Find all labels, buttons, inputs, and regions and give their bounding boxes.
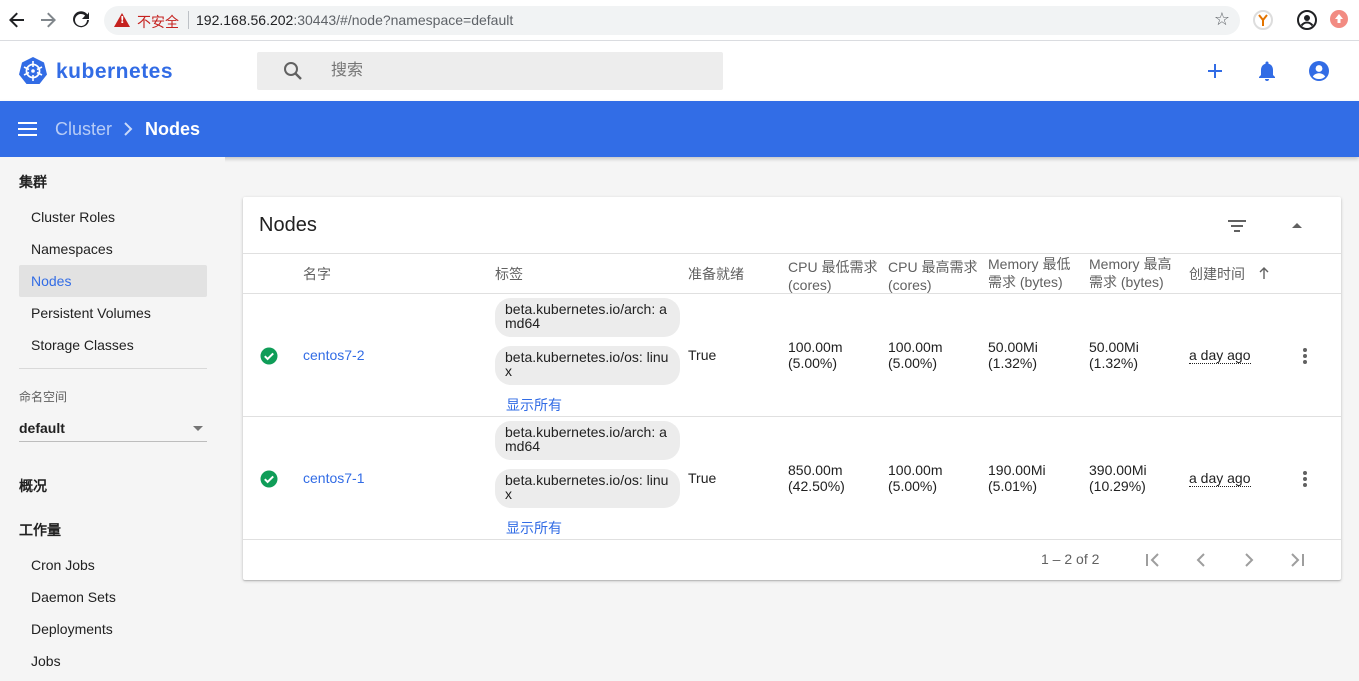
pagination-range: 1 – 2 of 2 [1041,551,1100,567]
create-plus-icon[interactable] [1203,59,1227,83]
breadcrumb-cluster[interactable]: Cluster [55,119,112,140]
filter-icon[interactable] [1227,217,1247,235]
sidebar-item-jobs[interactable]: Jobs [19,645,207,677]
more-vert-icon[interactable] [1303,348,1307,364]
node-link[interactable]: centos7-2 [303,347,364,363]
column-header-cpu-requests[interactable]: CPU 最低需求 (cores) [788,258,880,294]
profile-icon[interactable] [1297,10,1317,30]
next-page-icon[interactable] [1239,551,1259,569]
column-header-ready[interactable]: 准备就绪 [688,265,744,283]
hamburger-menu-icon[interactable] [18,120,37,138]
forward-icon[interactable] [37,8,59,32]
dropdown-arrow-icon[interactable] [193,426,203,431]
ready-status: True [688,347,717,363]
cpu-limits-pct: (5.00%) [888,478,938,494]
cpu-limits: 100.00m [888,339,943,355]
memory-limits-pct: (1.32%) [1089,355,1139,371]
card-title: Nodes [259,214,317,236]
memory-limits: 390.00Mi [1089,462,1147,478]
created-age: a day ago [1189,470,1251,487]
memory-requests-pct: (1.32%) [988,355,1038,371]
collapse-arrow-icon[interactable] [1291,221,1303,229]
breadcrumb-toolbar: Cluster Nodes [0,101,1359,157]
chevron-right-icon [124,122,133,136]
sidebar-item-deployments[interactable]: Deployments [19,613,207,645]
kubernetes-logo-icon[interactable] [18,56,48,86]
search-box[interactable] [257,52,723,90]
sidebar-divider [19,368,207,369]
logo-text[interactable]: kubernetes [56,60,173,84]
show-all-labels-link[interactable]: 显示所有 [506,395,562,415]
label-chip: beta.kubernetes.io/os: linux [495,469,680,508]
search-icon [284,62,302,80]
ready-status: True [688,470,717,486]
back-icon[interactable] [6,8,28,32]
app-header: kubernetes [0,41,1359,101]
nodes-card: Nodes 名字 标签 准备就绪 CPU 最低需求 (cores) CPU 最高… [243,197,1341,580]
browser-toolbar: 不安全 192.168.56.202:30443/#/node?namespac… [0,0,1359,41]
address-bar[interactable]: 不安全 192.168.56.202:30443/#/node?namespac… [104,6,1240,35]
created-age: a day ago [1189,347,1251,364]
sort-up-arrow-icon[interactable] [1258,266,1270,280]
label-chip: beta.kubernetes.io/arch: amd64 [495,298,680,337]
cpu-requests: 850.00m [788,462,843,478]
sidebar-item-cluster-roles[interactable]: Cluster Roles [19,201,207,233]
show-all-labels-link[interactable]: 显示所有 [506,518,562,538]
column-header-cpu-limits[interactable]: CPU 最高需求 (cores) [888,258,980,294]
url-text[interactable]: 192.168.56.202:30443/#/node?namespace=de… [196,12,513,28]
extension-icon[interactable] [1253,10,1273,30]
node-link[interactable]: centos7-1 [303,470,364,486]
address-separator [188,11,189,29]
bookmark-star-icon[interactable]: ☆ [1214,9,1230,30]
table-divider [243,293,1341,294]
memory-requests: 190.00Mi [988,462,1046,478]
column-header-created[interactable]: 创建时间 [1189,265,1245,283]
account-icon[interactable] [1307,59,1331,83]
cpu-limits: 100.00m [888,462,943,478]
memory-limits-pct: (10.29%) [1089,478,1146,494]
ready-check-icon [260,347,278,365]
last-page-icon[interactable] [1287,551,1307,569]
column-header-labels: 标签 [495,266,523,282]
sidebar-section-overview[interactable]: 概况 [19,476,47,496]
reload-icon[interactable] [70,8,92,32]
previous-page-icon[interactable] [1191,551,1211,569]
sidebar-item-nodes[interactable]: Nodes [19,265,207,297]
notifications-bell-icon[interactable] [1255,59,1279,83]
sidebar-item-persistent-volumes[interactable]: Persistent Volumes [19,297,207,329]
column-header-memory-requests[interactable]: Memory 最低需求 (bytes) [988,255,1080,291]
column-header-memory-limits[interactable]: Memory 最高需求 (bytes) [1089,255,1181,291]
insecure-label: 不安全 [137,14,179,30]
sidebar: 集群 Cluster Roles Namespaces Nodes Persis… [0,157,225,681]
cpu-requests-pct: (5.00%) [788,355,838,371]
table-divider [243,253,1341,254]
sidebar-item-namespaces[interactable]: Namespaces [19,233,207,265]
memory-requests: 50.00Mi [988,339,1038,355]
sidebar-section-cluster[interactable]: 集群 [19,172,47,192]
more-vert-icon[interactable] [1303,471,1307,487]
warning-icon [114,13,130,27]
cpu-requests: 100.00m [788,339,843,355]
sidebar-section-workloads[interactable]: 工作量 [19,520,61,540]
sidebar-item-daemon-sets[interactable]: Daemon Sets [19,581,207,613]
search-input[interactable] [331,60,701,82]
first-page-icon[interactable] [1143,551,1163,569]
ready-check-icon [260,470,278,488]
memory-requests-pct: (5.01%) [988,478,1038,494]
label-chip: beta.kubernetes.io/arch: amd64 [495,421,680,460]
label-chip: beta.kubernetes.io/os: linux [495,346,680,385]
breadcrumb-nodes: Nodes [145,119,201,139]
sidebar-item-storage-classes[interactable]: Storage Classes [19,329,207,361]
table-divider [243,539,1341,540]
update-icon[interactable] [1330,10,1348,28]
cpu-requests-pct: (42.50%) [788,478,845,494]
table-divider [243,416,1341,417]
namespace-select[interactable]: default [19,414,207,442]
memory-limits: 50.00Mi [1089,339,1139,355]
cpu-limits-pct: (5.00%) [888,355,938,371]
sidebar-item-cron-jobs[interactable]: Cron Jobs [19,549,207,581]
namespace-label: 命名空间 [19,390,68,404]
namespace-value[interactable]: default [19,420,65,436]
column-header-name[interactable]: 名字 [303,265,331,283]
